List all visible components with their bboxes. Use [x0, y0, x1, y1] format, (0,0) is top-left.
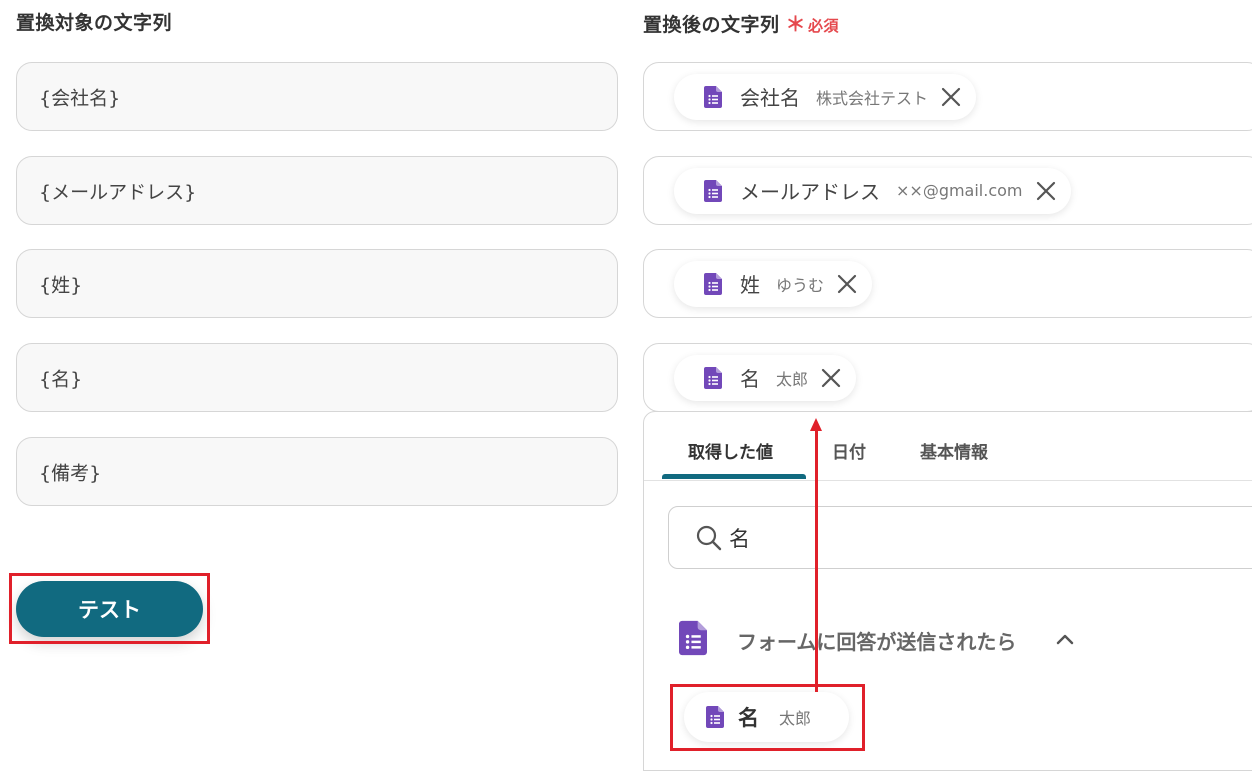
annotation-arrow-head [810, 418, 822, 431]
value-chip-email[interactable]: メールアドレス ××@gmail.com [674, 167, 1071, 214]
field-value: {備考} [39, 462, 102, 484]
chip-name: メールアドレス [740, 180, 880, 204]
close-icon[interactable] [820, 367, 842, 389]
close-icon[interactable] [940, 86, 962, 108]
annotation-arrow-line [815, 430, 818, 692]
target-string-field-email[interactable]: {メールアドレス} [16, 156, 618, 225]
chip-value: 太郎 [776, 369, 809, 389]
search-value: 名 [729, 526, 750, 551]
field-value: {メールアドレス} [39, 181, 197, 203]
field-value: {会社名} [39, 87, 121, 109]
tab-divider [644, 480, 1252, 481]
replacement-field-company[interactable]: 会社名 株式会社テスト [643, 62, 1252, 131]
search-input[interactable]: 名 [668, 506, 1252, 569]
left-column-title: 置換対象の文字列 [16, 12, 173, 34]
active-tab-indicator [662, 474, 806, 479]
right-column-title: 置換後の文字列＊必須 [643, 8, 839, 37]
target-string-field-last-name[interactable]: {姓} [16, 249, 618, 318]
chip-name: 名 [740, 367, 760, 391]
tab-date[interactable]: 日付 [832, 438, 866, 463]
required-label: 必須 [808, 17, 840, 35]
field-value: {名} [39, 368, 83, 390]
target-string-field-first-name[interactable]: {名} [16, 343, 618, 412]
required-mark: ＊ [785, 12, 807, 36]
chevron-up-icon[interactable] [1054, 628, 1076, 650]
close-icon[interactable] [1035, 180, 1057, 202]
chip-value: ゆうむ [776, 275, 825, 295]
chip-name: 会社名 [740, 86, 800, 110]
target-string-field-company[interactable]: {会社名} [16, 62, 618, 131]
value-chip-last-name[interactable]: 姓 ゆうむ [674, 260, 873, 307]
replacement-field-last-name[interactable]: 姓 ゆうむ [643, 249, 1252, 318]
search-icon [695, 524, 723, 552]
google-forms-icon [704, 179, 722, 202]
highlight-box-test-button [9, 573, 210, 644]
chip-name: 姓 [740, 273, 760, 297]
google-forms-icon [704, 85, 722, 108]
google-forms-icon [704, 366, 722, 389]
replacement-field-email[interactable]: メールアドレス ××@gmail.com [643, 156, 1252, 225]
value-chip-company[interactable]: 会社名 株式会社テスト [674, 73, 977, 120]
close-icon[interactable] [836, 273, 858, 295]
right-column-title-text: 置換後の文字列 [643, 14, 780, 36]
chip-value: ××@gmail.com [896, 181, 1023, 200]
trigger-group-label[interactable]: フォームに回答が送信されたら [737, 626, 1016, 655]
chip-value: 株式会社テスト [816, 88, 929, 108]
field-value: {姓} [39, 274, 83, 296]
tab-acquired-values[interactable]: 取得した値 [688, 438, 773, 463]
google-forms-icon [704, 272, 722, 295]
replacement-field-first-name[interactable]: 名 太郎 [643, 343, 1252, 412]
value-chip-first-name[interactable]: 名 太郎 [674, 354, 857, 401]
google-forms-icon [679, 619, 707, 657]
target-string-field-notes[interactable]: {備考} [16, 437, 618, 506]
tab-basic-info[interactable]: 基本情報 [920, 438, 988, 463]
highlight-box-option [670, 684, 865, 751]
